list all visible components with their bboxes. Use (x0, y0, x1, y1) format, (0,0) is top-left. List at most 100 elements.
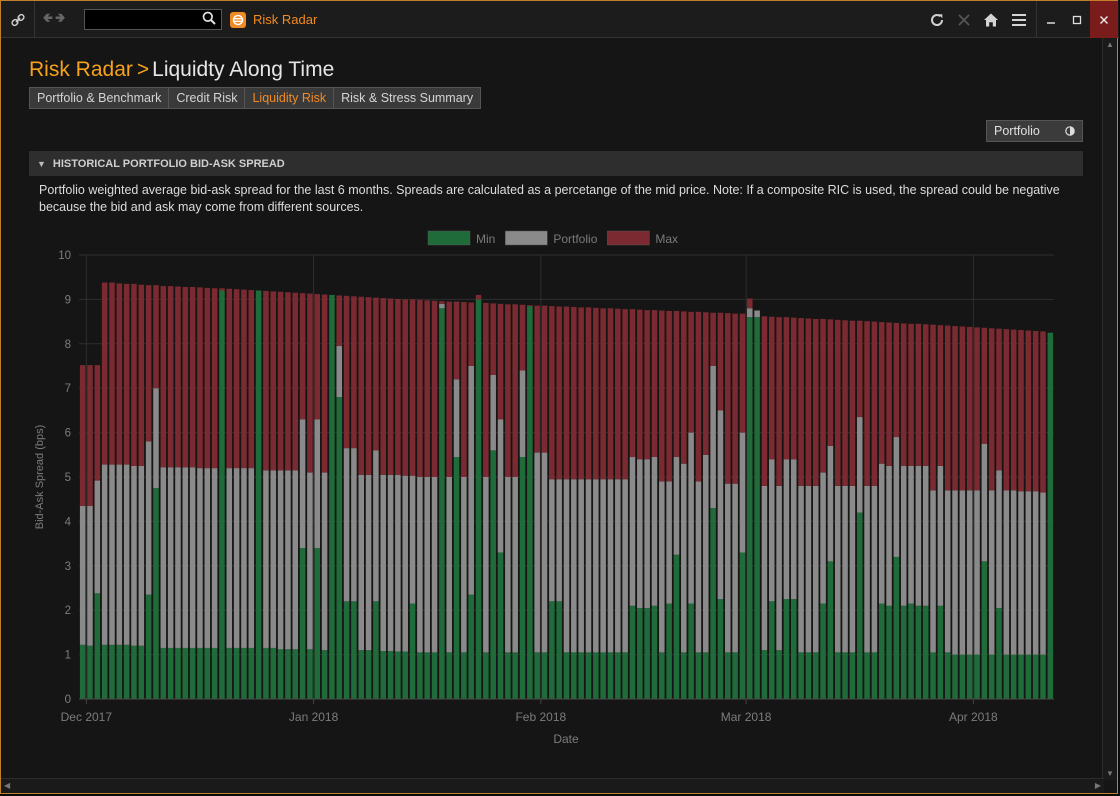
bar-max[interactable] (666, 310, 672, 482)
breadcrumb-brand[interactable]: Risk Radar (29, 58, 133, 81)
bar-min[interactable] (615, 652, 621, 699)
bar-portfolio[interactable] (761, 485, 768, 651)
bar-min[interactable] (834, 652, 841, 699)
bar-max[interactable] (959, 326, 966, 491)
bar-max[interactable] (556, 306, 562, 480)
tab-credit-risk[interactable]: Credit Risk (168, 87, 245, 109)
bar-min[interactable] (900, 605, 907, 699)
bar-min[interactable] (241, 647, 247, 699)
bar-portfolio[interactable] (343, 448, 350, 602)
bar-max[interactable] (695, 311, 702, 482)
bar-min[interactable] (886, 605, 892, 699)
bar-max[interactable] (739, 313, 746, 433)
bar-min[interactable] (541, 652, 548, 699)
bar-portfolio[interactable] (937, 465, 944, 606)
bar-portfolio[interactable] (849, 485, 856, 653)
bar-min[interactable] (446, 652, 452, 699)
bar-portfolio[interactable] (922, 465, 929, 606)
bar-min[interactable] (717, 599, 724, 699)
bar-max[interactable] (541, 305, 548, 453)
bar-portfolio[interactable] (417, 477, 423, 653)
bar-max[interactable] (593, 307, 599, 480)
bar-portfolio[interactable] (285, 470, 291, 650)
bar-min[interactable] (365, 650, 372, 699)
bar-max[interactable] (688, 311, 694, 433)
bar-max[interactable] (1032, 330, 1039, 492)
bar-max[interactable] (505, 304, 511, 477)
bar-min[interactable] (343, 601, 350, 699)
bar-portfolio[interactable] (321, 472, 328, 651)
bar-portfolio[interactable] (930, 490, 936, 653)
bar-portfolio[interactable] (424, 477, 430, 653)
portfolio-toggle-button[interactable]: Portfolio (986, 120, 1083, 142)
bar-portfolio[interactable] (827, 445, 834, 562)
bar-max[interactable] (820, 318, 826, 473)
bar-max[interactable] (417, 299, 423, 477)
bar-portfolio[interactable] (622, 479, 628, 653)
close-window-button[interactable] (1090, 1, 1118, 38)
bar-max[interactable] (710, 312, 716, 366)
bar-max[interactable] (101, 282, 108, 465)
bar-max[interactable] (109, 282, 115, 465)
bar-min[interactable] (974, 654, 980, 699)
bar-min[interactable] (329, 294, 335, 699)
bar-portfolio[interactable] (644, 459, 650, 608)
home-icon[interactable] (981, 10, 1001, 30)
collapse-caret-icon[interactable]: ▼ (37, 159, 46, 169)
bar-portfolio[interactable] (116, 464, 123, 645)
bar-min[interactable] (732, 652, 738, 699)
bar-max[interactable] (351, 296, 357, 449)
bar-max[interactable] (167, 286, 174, 468)
bar-min[interactable] (453, 457, 460, 699)
bar-max[interactable] (607, 308, 614, 480)
bar-min[interactable] (571, 652, 577, 699)
bar-min[interactable] (87, 645, 93, 699)
bar-max[interactable] (732, 313, 738, 484)
bar-portfolio[interactable] (123, 464, 130, 645)
bar-portfolio[interactable] (739, 432, 746, 553)
bar-min[interactable] (167, 647, 174, 699)
bar-min[interactable] (292, 649, 299, 699)
bar-portfolio[interactable] (534, 452, 540, 653)
bar-min[interactable] (959, 654, 966, 699)
legend-item-max[interactable]: Max (607, 230, 678, 246)
bar-min[interactable] (299, 548, 306, 699)
bar-max[interactable] (600, 308, 606, 480)
back-arrow-icon[interactable]: 🢀 (42, 9, 55, 31)
bar-portfolio[interactable] (600, 479, 606, 653)
bar-min[interactable] (922, 605, 929, 699)
bar-max[interactable] (549, 306, 555, 480)
bar-portfolio[interactable] (988, 490, 995, 655)
bar-max[interactable] (116, 283, 123, 465)
bar-max[interactable] (87, 365, 93, 506)
bar-min[interactable] (790, 599, 797, 699)
bar-min[interactable] (981, 561, 988, 699)
bar-portfolio[interactable] (109, 464, 115, 645)
minimize-button[interactable] (1036, 1, 1065, 38)
bar-max[interactable] (563, 306, 570, 480)
bar-max[interactable] (571, 306, 577, 480)
bar-max[interactable] (94, 365, 101, 481)
bar-min[interactable] (768, 601, 775, 699)
bar-portfolio[interactable] (175, 467, 181, 648)
bar-portfolio[interactable] (834, 485, 841, 653)
bar-portfolio[interactable] (167, 467, 174, 648)
bar-max[interactable] (131, 283, 137, 466)
bar-portfolio[interactable] (974, 490, 980, 655)
bar-portfolio[interactable] (505, 477, 511, 653)
bar-max[interactable] (871, 321, 878, 486)
bar-min[interactable] (1040, 654, 1046, 699)
bar-min[interactable] (629, 605, 636, 699)
bar-min[interactable] (468, 594, 474, 699)
bar-min[interactable] (820, 603, 826, 699)
bar-max[interactable] (409, 299, 416, 476)
bar-min[interactable] (563, 652, 570, 699)
bar-portfolio[interactable] (754, 310, 760, 318)
bar-max[interactable] (453, 301, 460, 380)
bar-max[interactable] (123, 283, 130, 465)
bar-min[interactable] (321, 650, 328, 699)
bar-min[interactable] (659, 652, 665, 699)
bar-min[interactable] (725, 652, 731, 699)
bar-min[interactable] (651, 605, 658, 699)
search-input[interactable] (89, 11, 201, 30)
